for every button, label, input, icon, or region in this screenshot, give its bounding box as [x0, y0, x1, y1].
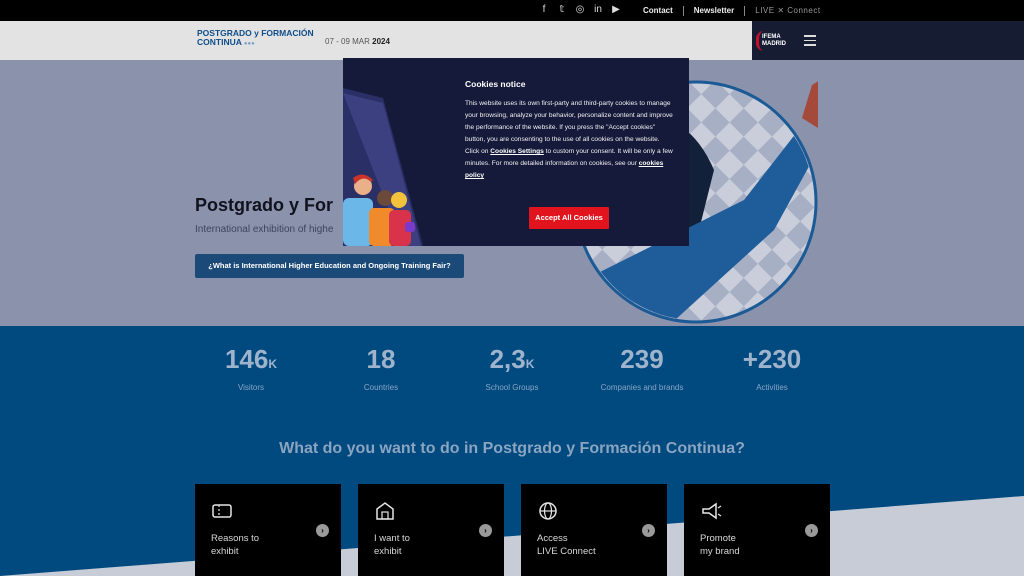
divider — [744, 5, 746, 16]
twitter-icon[interactable]: 𝕥 — [556, 4, 568, 16]
card-promote-brand[interactable]: Promote my brand › — [684, 484, 830, 576]
top-bar: f 𝕥 ◎ in ▶ Contact Newsletter LIVE ✕ Con… — [0, 0, 1024, 21]
chevron-right-icon[interactable]: › — [805, 524, 818, 537]
megaphone-icon — [700, 500, 722, 522]
ticket-icon — [211, 500, 233, 522]
cookie-title: Cookies notice — [465, 79, 526, 89]
card-label: Reasons to exhibit — [211, 533, 260, 557]
stat-school-groups: 2,3K School Groups — [447, 344, 577, 392]
stat-unit: K — [268, 357, 278, 371]
newsletter-link[interactable]: Newsletter — [694, 6, 734, 15]
card-label: Promote my brand — [700, 533, 740, 557]
ifema-logo: IFEMA MADRID — [762, 34, 786, 48]
social-links: f 𝕥 ◎ in ▶ — [538, 4, 622, 16]
stat-countries: 18 Countries — [316, 344, 446, 392]
ifema-line-2: MADRID — [762, 41, 786, 47]
card-reasons-to-exhibit[interactable]: Reasons to exhibit › — [195, 484, 341, 576]
stat-label: Companies and brands — [600, 383, 684, 392]
stat-label: Visitors — [237, 383, 265, 392]
stat-number: 18 — [366, 344, 396, 374]
linkedin-icon[interactable]: in — [592, 4, 604, 16]
logo-dots-icon: ●●● — [243, 41, 255, 47]
card-label: Access LIVE Connect — [537, 533, 596, 557]
cookie-settings-link[interactable]: Cookies Settings — [490, 148, 544, 155]
stat-number: 146 — [224, 344, 269, 374]
hero-title: Postgrado y For — [195, 195, 334, 215]
top-nav: Contact Newsletter LIVE ✕ Connect — [643, 0, 821, 21]
facebook-icon[interactable]: f — [538, 4, 550, 16]
live-connect-link[interactable]: LIVE ✕ Connect — [755, 6, 820, 15]
youtube-icon[interactable]: ▶ — [610, 4, 622, 16]
stat-companies: 239 Companies and brands — [577, 344, 707, 392]
stats-section: 146K Visitors 18 Countries 2,3K School G… — [0, 326, 1024, 576]
site-header: POSTGRADO y FORMACIÓN CONTINUA ●●● 07 - … — [0, 21, 1024, 60]
card-label: I want to exhibit — [374, 533, 410, 557]
stat-label: School Groups — [485, 383, 539, 392]
dates-range: 07 - 09 MAR — [325, 37, 370, 46]
site-logo[interactable]: POSTGRADO y FORMACIÓN CONTINUA ●●● — [197, 29, 314, 49]
cookie-illustration — [343, 88, 423, 246]
stat-visitors: 146K Visitors — [186, 344, 316, 392]
globe-icon — [537, 500, 559, 522]
instagram-icon[interactable]: ◎ — [574, 4, 586, 16]
cookie-dialog: Cookies notice This website uses its own… — [343, 58, 689, 246]
stat-label: Activities — [756, 383, 788, 392]
dates-year: 2024 — [372, 37, 390, 46]
stat-label: Countries — [363, 383, 399, 392]
logo-line-2: CONTINUA — [197, 37, 242, 47]
chevron-right-icon[interactable]: › — [479, 524, 492, 537]
ifema-line-1: IFEMA — [762, 34, 781, 40]
stat-number: +230 — [742, 344, 802, 374]
accept-cookies-button[interactable]: Accept All Cookies — [529, 207, 609, 229]
hero-subtitle: International exhibition of highe — [195, 224, 334, 235]
chevron-right-icon[interactable]: › — [642, 524, 655, 537]
contact-link[interactable]: Contact — [643, 6, 673, 15]
section-heading: What do you want to do in Postgrado y Fo… — [279, 440, 745, 457]
card-want-to-exhibit[interactable]: I want to exhibit › — [358, 484, 504, 576]
menu-icon[interactable] — [804, 35, 816, 49]
cookie-text: This website uses its own first-party an… — [465, 98, 675, 182]
about-fair-button[interactable]: ¿What is International Higher Education … — [195, 254, 464, 278]
card-access-live-connect[interactable]: Access LIVE Connect › — [521, 484, 667, 576]
event-dates: 07 - 09 MAR 2024 — [325, 37, 390, 46]
chevron-right-icon[interactable]: › — [316, 524, 329, 537]
divider — [682, 5, 684, 16]
building-icon — [374, 500, 396, 522]
stat-unit: K — [525, 357, 535, 371]
ifema-logo-panel[interactable]: IFEMA MADRID — [752, 21, 1024, 60]
stat-activities: +230 Activities — [707, 344, 837, 392]
stat-number: 2,3 — [489, 344, 526, 374]
stat-number: 239 — [620, 344, 664, 374]
cookie-text-part-1: This website uses its own first-party an… — [465, 100, 673, 155]
